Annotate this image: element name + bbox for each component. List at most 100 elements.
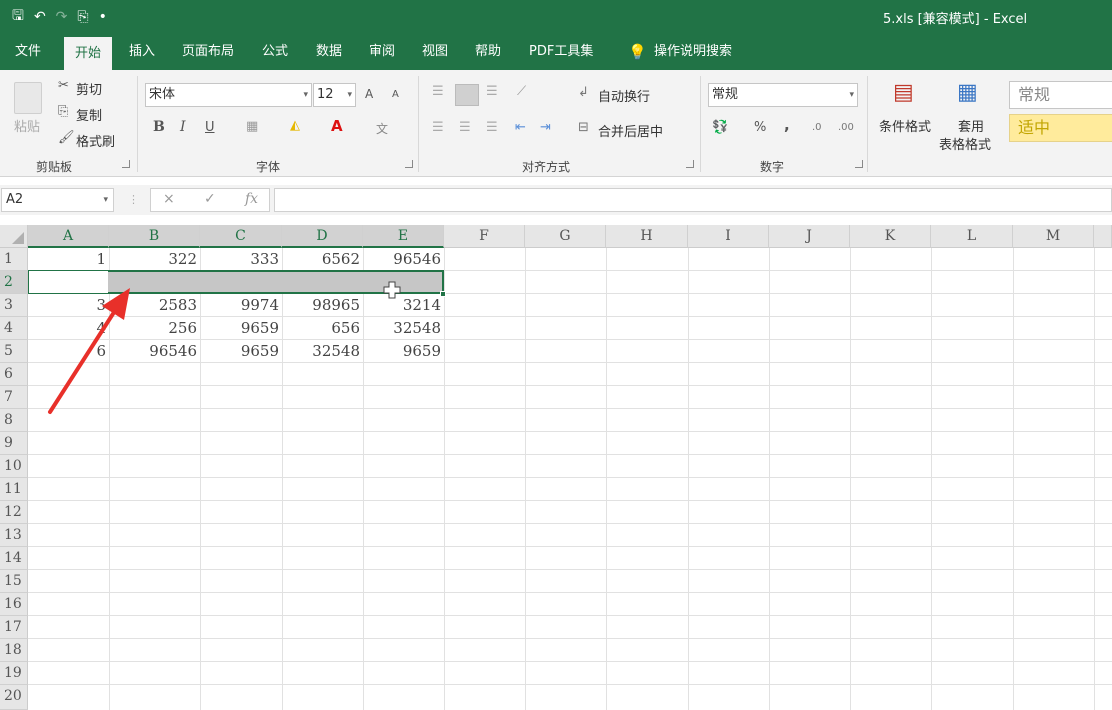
copy-button[interactable]: 复制 (76, 105, 102, 124)
row-header-12[interactable]: 12 (0, 501, 28, 524)
increase-decimal-icon[interactable]: .0 (812, 122, 822, 133)
font-color-icon[interactable]: A (331, 117, 343, 135)
font-launcher-icon[interactable] (405, 160, 413, 168)
formula-input[interactable] (274, 188, 1112, 212)
row-header-6[interactable]: 6 (0, 363, 28, 386)
tab-file[interactable]: 文件 (15, 34, 41, 70)
tab-formulas[interactable]: 公式 (262, 34, 288, 70)
cell-d4[interactable]: 656 (282, 317, 363, 340)
customize-qat-icon[interactable]: • (99, 9, 107, 25)
align-right-icon[interactable]: ☰ (486, 120, 498, 135)
row-header-19[interactable]: 19 (0, 662, 28, 685)
grow-font-icon[interactable]: A (365, 87, 373, 101)
cell-e5[interactable]: 9659 (363, 340, 444, 363)
redo-icon[interactable]: ↷ (56, 9, 68, 25)
tab-pdf-tools[interactable]: PDF工具集 (529, 34, 593, 70)
column-header-m[interactable]: M (1013, 225, 1094, 248)
fill-color-icon[interactable]: ◭ (290, 118, 300, 133)
row-header-4[interactable]: 4 (0, 317, 28, 340)
row-header-13[interactable]: 13 (0, 524, 28, 547)
font-size-select[interactable]: 12 ▾ (313, 83, 356, 107)
cell-c4[interactable]: 9659 (200, 317, 282, 340)
row-header-9[interactable]: 9 (0, 432, 28, 455)
number-format-select[interactable]: 常规 ▾ (708, 83, 858, 107)
cell-a1[interactable]: 1 (28, 248, 109, 271)
row-header-15[interactable]: 15 (0, 570, 28, 593)
column-header-f[interactable]: F (444, 225, 525, 248)
row-header-17[interactable]: 17 (0, 616, 28, 639)
column-header-e[interactable]: E (363, 225, 444, 248)
paste-button[interactable]: 粘贴 (14, 116, 40, 135)
cell-b1[interactable]: 322 (109, 248, 200, 271)
cell-d3[interactable]: 98965 (282, 294, 363, 317)
column-header-h[interactable]: H (606, 225, 688, 248)
column-header-k[interactable]: K (850, 225, 931, 248)
cell-e3[interactable]: 3214 (363, 294, 444, 317)
row-header-11[interactable]: 11 (0, 478, 28, 501)
column-header-j[interactable]: J (769, 225, 850, 248)
row-header-7[interactable]: 7 (0, 386, 28, 409)
row-header-3[interactable]: 3 (0, 294, 28, 317)
phonetic-icon[interactable]: 文 (376, 120, 388, 137)
accounting-format-icon[interactable]: 💱 (712, 120, 728, 135)
tell-me-search[interactable]: 操作说明搜索 (654, 34, 732, 70)
insert-function-icon[interactable]: fx (245, 191, 258, 207)
row-header-16[interactable]: 16 (0, 593, 28, 616)
column-header-a[interactable]: A (28, 225, 109, 248)
column-header-c[interactable]: C (200, 225, 282, 248)
alignment-launcher-icon[interactable] (686, 160, 694, 168)
tab-view[interactable]: 视图 (422, 34, 448, 70)
name-box[interactable]: A2 ▾ (1, 188, 114, 212)
decrease-indent-icon[interactable]: ⇤ (515, 120, 526, 135)
column-header-l[interactable]: L (931, 225, 1013, 248)
undo-icon[interactable]: ↶ (34, 9, 46, 25)
column-header-b[interactable]: B (109, 225, 200, 248)
select-all-button[interactable] (0, 225, 28, 248)
tab-data[interactable]: 数据 (316, 34, 342, 70)
font-name-select[interactable]: 宋体 ▾ (145, 83, 312, 107)
row-header-10[interactable]: 10 (0, 455, 28, 478)
comma-style-button[interactable]: , (784, 116, 790, 134)
cell-e1[interactable]: 96546 (363, 248, 444, 271)
paste-icon[interactable] (14, 82, 42, 114)
tab-insert[interactable]: 插入 (129, 34, 155, 70)
row-header-14[interactable]: 14 (0, 547, 28, 570)
format-painter-button[interactable]: 格式刷 (76, 131, 115, 150)
align-center-icon[interactable]: ☰ (459, 120, 471, 135)
cell-style-neutral[interactable]: 适中 (1009, 114, 1112, 142)
save-icon[interactable]: 🖫 (12, 5, 24, 29)
row-header-2[interactable]: 2 (0, 271, 28, 294)
row-header-20[interactable]: 20 (0, 685, 28, 710)
row-header-18[interactable]: 18 (0, 639, 28, 662)
conditional-formatting-button[interactable]: 条件格式 (879, 116, 931, 135)
cut-button[interactable]: 剪切 (76, 79, 102, 98)
italic-button[interactable]: I (180, 119, 186, 135)
align-middle-icon[interactable] (455, 84, 479, 106)
cell-d5[interactable]: 32548 (282, 340, 363, 363)
row-header-1[interactable]: 1 (0, 248, 28, 271)
worksheet-grid[interactable]: A B C D E F G H I J K L M 1 2 3 4 5 6 7 … (0, 225, 1112, 710)
clipboard-launcher-icon[interactable] (122, 160, 130, 168)
column-header-g[interactable]: G (525, 225, 606, 248)
cell-c1[interactable]: 333 (200, 248, 282, 271)
cell-d1[interactable]: 6562 (282, 248, 363, 271)
wrap-text-button[interactable]: 自动换行 (598, 86, 650, 105)
print-preview-icon[interactable]: ⎘ (77, 9, 88, 25)
cell-c5[interactable]: 9659 (200, 340, 282, 363)
borders-icon[interactable]: ▦ (246, 119, 258, 134)
merge-center-button[interactable]: 合并后居中 (598, 121, 663, 140)
number-launcher-icon[interactable] (855, 160, 863, 168)
increase-indent-icon[interactable]: ⇥ (540, 120, 551, 135)
cell-c3[interactable]: 9974 (200, 294, 282, 317)
bold-button[interactable]: B (153, 119, 165, 135)
tab-help[interactable]: 帮助 (475, 34, 501, 70)
row-header-8[interactable]: 8 (0, 409, 28, 432)
format-as-table-button-line2[interactable]: 表格格式 (939, 134, 991, 153)
cell-style-normal[interactable]: 常规 (1009, 81, 1112, 109)
cancel-icon[interactable]: × (163, 191, 175, 207)
decrease-decimal-icon[interactable]: .00 (838, 122, 854, 133)
format-as-table-button-line1[interactable]: 套用 (958, 116, 984, 135)
column-header-d[interactable]: D (282, 225, 363, 248)
tab-home[interactable]: 开始 (64, 37, 113, 70)
orientation-icon[interactable]: ⟋ (517, 84, 526, 99)
